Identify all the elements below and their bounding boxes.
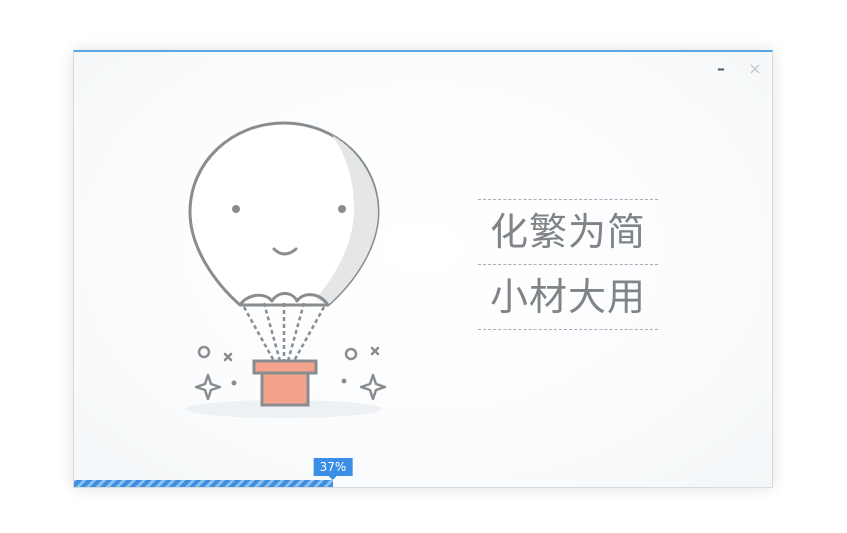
- balloon-ropes: [242, 302, 326, 362]
- sparkle-star-right: [359, 373, 387, 401]
- hot-air-balloon-illustration: [186, 121, 387, 418]
- basket-rim: [252, 359, 318, 375]
- sparkle-circle-left: [197, 345, 211, 359]
- slogan-line-1: 化繁为简: [478, 199, 658, 264]
- progress-fill: [74, 480, 333, 487]
- slogan: 化繁为简 小材大用: [478, 199, 658, 330]
- balloon-eye-left: [232, 205, 240, 213]
- basket-body: [260, 371, 310, 407]
- sparkle-star-left: [194, 373, 222, 401]
- sparkle-dot-left: [231, 380, 237, 386]
- close-button[interactable]: ×: [746, 60, 764, 78]
- window-background: [74, 52, 772, 487]
- installer-window: – × 化繁为简 小材大用 37%: [73, 50, 773, 488]
- sparkle-circle-right: [344, 347, 358, 361]
- progress-percent-label: 37%: [313, 458, 353, 480]
- progress-track: [74, 480, 772, 487]
- sparkle-cross-left: [223, 352, 233, 362]
- slogan-line-2: 小材大用: [478, 264, 658, 330]
- balloon-eye-right: [338, 205, 346, 213]
- minimize-button[interactable]: –: [712, 60, 730, 78]
- sparkle-cross-right: [370, 346, 380, 356]
- sparkle-dot-right: [341, 378, 347, 384]
